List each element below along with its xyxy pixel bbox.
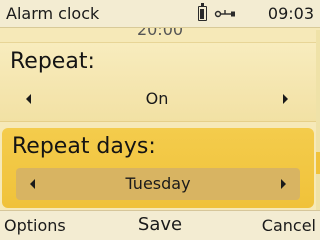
clock-time: 09:03 bbox=[267, 4, 314, 23]
repeat-value: On bbox=[145, 89, 169, 108]
scrollbar[interactable] bbox=[316, 30, 320, 210]
status-bar: Alarm clock 09:03 bbox=[0, 0, 320, 28]
arrow-right-icon[interactable] bbox=[283, 94, 288, 104]
previous-field-partial: 20:00 bbox=[0, 28, 320, 42]
repeat-days-selector[interactable]: Tuesday bbox=[16, 168, 300, 200]
repeat-days-value: Tuesday bbox=[125, 174, 191, 193]
repeat-days-field[interactable]: Repeat days: Tuesday bbox=[2, 128, 314, 208]
previous-field-value: 20:00 bbox=[136, 28, 184, 39]
arrow-right-icon[interactable] bbox=[281, 179, 286, 189]
repeat-selector[interactable]: On bbox=[12, 83, 302, 115]
softkey-bar: Options Save Cancel bbox=[0, 210, 320, 240]
scrollbar-thumb[interactable] bbox=[316, 152, 320, 174]
app-title: Alarm clock bbox=[6, 4, 100, 23]
battery-icon bbox=[198, 3, 207, 21]
repeat-field[interactable]: Repeat: On bbox=[0, 42, 316, 122]
repeat-label: Repeat: bbox=[10, 49, 95, 74]
cancel-softkey[interactable]: Cancel bbox=[262, 216, 316, 235]
bluetooth-link-icon bbox=[214, 10, 235, 18]
repeat-days-label: Repeat days: bbox=[12, 134, 156, 159]
